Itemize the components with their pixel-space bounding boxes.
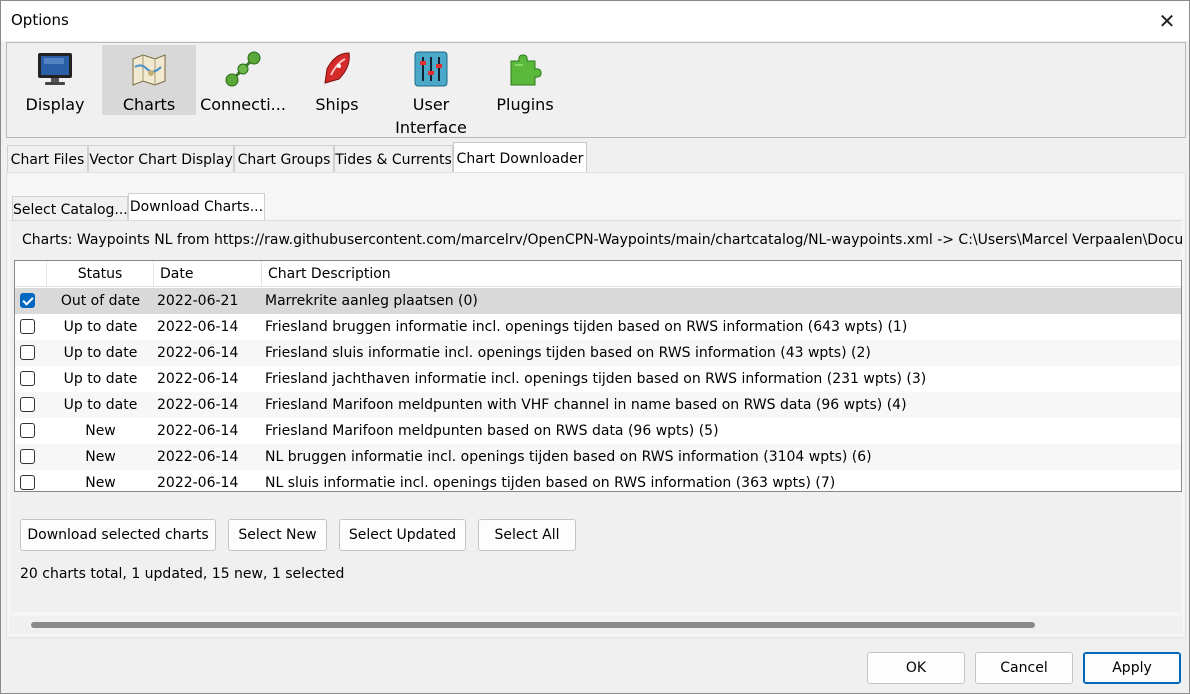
table-row[interactable]: Up to date 2022-06-14 Friesland Marifoon…: [15, 392, 1181, 418]
toolbar-item-connections[interactable]: Connecti...: [196, 45, 290, 115]
toolbar-item-user-interface[interactable]: User Interface: [384, 45, 478, 137]
row-description: Friesland jachthaven informatie incl. op…: [265, 371, 927, 387]
row-description: Marrekrite aanleg plaatsen (0): [265, 293, 478, 309]
row-status: Up to date: [63, 319, 138, 335]
options-dialog: Options ✕ Display Charts Connecti... Shi…: [0, 0, 1190, 694]
download-selected-charts-button[interactable]: Download selected charts: [20, 519, 216, 551]
header-chart-description[interactable]: Chart Description: [262, 261, 1181, 287]
header-status[interactable]: Status: [47, 261, 154, 287]
table-row[interactable]: New 2022-06-14 Friesland Marifoon meldpu…: [15, 418, 1181, 444]
charts-icon: [132, 54, 166, 86]
row-date: 2022-06-14: [157, 397, 239, 413]
scrollbar-thumb[interactable]: [31, 622, 1035, 628]
puzzle-icon: [510, 54, 542, 86]
row-checkbox[interactable]: [20, 345, 35, 360]
select-updated-button[interactable]: Select Updated: [339, 519, 466, 551]
row-description: Friesland bruggen informatie incl. openi…: [265, 319, 908, 335]
row-checkbox[interactable]: [20, 293, 35, 308]
row-description: NL bruggen informatie incl. openings tij…: [265, 449, 872, 465]
list-header: Status Date Chart Description: [15, 261, 1181, 287]
table-row[interactable]: Up to date 2022-06-14 Friesland jachthav…: [15, 366, 1181, 392]
row-status: New: [85, 475, 116, 491]
table-row[interactable]: Out of date 2022-06-21 Marrekrite aanleg…: [15, 288, 1181, 314]
cancel-button[interactable]: Cancel: [975, 652, 1073, 684]
catalog-info-text: Charts: Waypoints NL from https://raw.gi…: [22, 232, 1182, 248]
toolbar-label-line2: Interface: [395, 118, 467, 137]
row-date: 2022-06-14: [157, 345, 239, 361]
toolbar-label: User: [412, 95, 450, 114]
row-checkbox[interactable]: [20, 449, 35, 464]
row-status: New: [85, 449, 116, 465]
toolbar-label: Ships: [315, 95, 359, 114]
row-description: Friesland Marifoon meldpunten with VHF c…: [265, 397, 907, 413]
row-status: Up to date: [63, 371, 138, 387]
table-row[interactable]: New 2022-06-14 NL bruggen informatie inc…: [15, 444, 1181, 470]
sliders-icon: [414, 51, 448, 87]
row-checkbox[interactable]: [20, 397, 35, 412]
monitor-icon: [38, 53, 72, 85]
row-status: New: [85, 423, 116, 439]
options-toolbar: Display Charts Connecti... Ships User In…: [6, 42, 1186, 138]
table-row[interactable]: Up to date 2022-06-14 Friesland sluis in…: [15, 340, 1181, 366]
header-date[interactable]: Date: [154, 261, 262, 287]
toolbar-label: Plugins: [496, 95, 554, 114]
row-status: Up to date: [63, 345, 138, 361]
row-description: Friesland Marifoon meldpunten based on R…: [265, 423, 719, 439]
toolbar-item-display[interactable]: Display: [8, 45, 102, 115]
title-bar: Options ✕: [1, 1, 1189, 41]
tab-chart-files[interactable]: Chart Files: [7, 145, 88, 173]
connections-icon: [225, 51, 261, 87]
ship-icon: [324, 52, 350, 84]
tab-chart-groups[interactable]: Chart Groups: [234, 145, 334, 173]
tab-vector-chart-display[interactable]: Vector Chart Display: [88, 145, 234, 173]
close-icon[interactable]: ✕: [1153, 7, 1181, 35]
toolbar-item-ships[interactable]: Ships: [290, 45, 384, 115]
toolbar-item-charts[interactable]: Charts: [102, 45, 196, 115]
table-row[interactable]: Up to date 2022-06-14 Friesland bruggen …: [15, 314, 1181, 340]
select-all-button[interactable]: Select All: [478, 519, 576, 551]
toolbar-label: Display: [25, 95, 85, 114]
row-checkbox[interactable]: [20, 319, 35, 334]
horizontal-scrollbar[interactable]: [9, 616, 1183, 634]
charts-summary-text: 20 charts total, 1 updated, 15 new, 1 se…: [20, 566, 345, 582]
header-checkbox-col: [15, 261, 47, 287]
row-date: 2022-06-14: [157, 449, 239, 465]
ok-button[interactable]: OK: [867, 652, 965, 684]
row-date: 2022-06-14: [157, 371, 239, 387]
apply-button[interactable]: Apply: [1083, 652, 1181, 684]
row-date: 2022-06-14: [157, 319, 239, 335]
row-checkbox[interactable]: [20, 371, 35, 386]
toolbar-label: Connecti...: [200, 95, 286, 114]
row-description: Friesland sluis informatie incl. opening…: [265, 345, 871, 361]
subtab-download-charts[interactable]: Download Charts...: [128, 193, 265, 221]
row-checkbox[interactable]: [20, 475, 35, 490]
window-title: Options: [11, 11, 69, 29]
row-checkbox[interactable]: [20, 423, 35, 438]
toolbar-label: Charts: [122, 95, 176, 114]
row-status: Up to date: [63, 397, 138, 413]
subtab-select-catalog[interactable]: Select Catalog...: [12, 196, 128, 222]
row-description: NL sluis informatie incl. openings tijde…: [265, 475, 836, 491]
toolbar-item-plugins[interactable]: Plugins: [478, 45, 572, 115]
row-status: Out of date: [60, 293, 141, 309]
table-row[interactable]: New 2022-06-14 NL sluis informatie incl.…: [15, 470, 1181, 491]
select-new-button[interactable]: Select New: [228, 519, 327, 551]
tab-tides-currents[interactable]: Tides & Currents: [334, 145, 453, 173]
row-date: 2022-06-14: [157, 423, 239, 439]
charts-list[interactable]: Status Date Chart Description Out of dat…: [14, 260, 1182, 492]
row-date: 2022-06-14: [157, 475, 239, 491]
row-date: 2022-06-21: [157, 293, 239, 309]
tab-chart-downloader[interactable]: Chart Downloader: [453, 142, 587, 173]
